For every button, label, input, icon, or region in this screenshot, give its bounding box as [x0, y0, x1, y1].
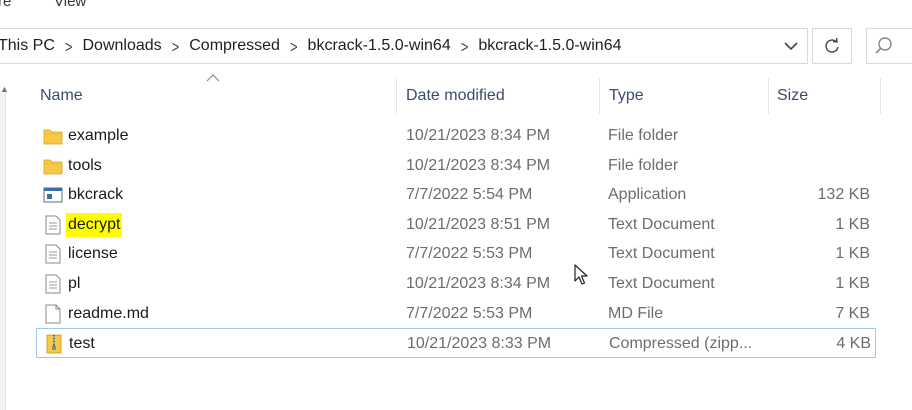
- file-name: test: [69, 329, 95, 359]
- application-icon: [42, 180, 64, 210]
- file-name-text: bkcrack: [68, 186, 124, 204]
- file-row-license[interactable]: license 7/7/2022 5:53 PM Text Document 1 KB: [36, 239, 876, 269]
- file-type: Text Document: [608, 215, 715, 233]
- zip-folder-icon: [43, 329, 65, 359]
- file-size: 132 KB: [817, 186, 870, 204]
- ribbon-tabs: re View: [0, 0, 912, 14]
- file-size: [796, 151, 870, 181]
- file-date-modified: 7/7/2022 5:53 PM: [406, 245, 533, 263]
- file-name: example: [68, 121, 128, 151]
- file-date-modified: 10/21/2023 8:34 PM: [406, 275, 551, 292]
- file-type: Text Document: [608, 275, 715, 292]
- file-size: 1 KB: [835, 275, 870, 292]
- text-document-icon: [42, 269, 64, 299]
- text-document-icon: [42, 210, 64, 240]
- file-date-modified: 10/21/2023 8:34 PM: [406, 156, 551, 174]
- file-size: [796, 121, 870, 151]
- file-type: File folder: [608, 156, 679, 174]
- column-divider[interactable]: [880, 78, 881, 114]
- column-header-name[interactable]: Name: [40, 76, 83, 116]
- file-type: Application: [608, 186, 687, 204]
- breadcrumb-downloads[interactable]: Downloads: [79, 37, 166, 55]
- file-type: MD File: [608, 304, 664, 322]
- file-name: pl: [68, 269, 80, 299]
- column-divider[interactable]: [396, 78, 397, 114]
- file-name: readme.md: [68, 299, 149, 329]
- file-name-text: test: [69, 335, 95, 353]
- file-date-modified: 7/7/2022 5:54 PM: [406, 186, 533, 204]
- file-name-text: example: [68, 127, 129, 144]
- ribbon-tab-view[interactable]: View: [54, 0, 86, 10]
- refresh-icon: [825, 37, 839, 53]
- file-size: 1 KB: [835, 215, 870, 233]
- file-date-modified: 10/21/2023 8:34 PM: [406, 127, 551, 144]
- address-bar[interactable]: This PC > Downloads > Compressed > bkcra…: [0, 28, 808, 64]
- file-name-text: pl: [68, 275, 81, 292]
- file-date-modified: 7/7/2022 5:53 PM: [406, 304, 533, 322]
- breadcrumb-separator[interactable]: >: [59, 36, 79, 56]
- breadcrumb: This PC > Downloads > Compressed > bkcra…: [0, 29, 625, 63]
- file-name-text: readme.md: [68, 304, 149, 322]
- folder-icon: [42, 151, 64, 181]
- file-row-bkcrack[interactable]: bkcrack 7/7/2022 5:54 PM Application 132 KB: [36, 180, 876, 210]
- address-history-chevron-down-icon[interactable]: [776, 29, 806, 63]
- search-input[interactable]: [866, 28, 912, 64]
- file-row-decrypt[interactable]: decrypt 10/21/2023 8:51 PM Text Document 1 …: [36, 210, 876, 240]
- column-divider[interactable]: [599, 78, 600, 114]
- breadcrumb-this-pc[interactable]: This PC: [0, 37, 59, 55]
- file-row-tools[interactable]: tools 10/21/2023 8:34 PM File folder: [36, 151, 876, 181]
- file-name-text: decrypt: [66, 212, 123, 237]
- file-row-example[interactable]: example 10/21/2023 8:34 PM File folder: [36, 121, 876, 151]
- folder-icon: [42, 121, 64, 151]
- ribbon-tab-share[interactable]: re: [0, 0, 11, 10]
- mouse-cursor-icon: [574, 264, 588, 285]
- text-document-icon: [42, 239, 64, 269]
- file-size: 7 KB: [835, 304, 870, 322]
- breadcrumb-compressed[interactable]: Compressed: [185, 37, 284, 55]
- file-row-readme-md[interactable]: readme.md 7/7/2022 5:53 PM MD File 7 KB: [36, 299, 876, 329]
- file-name: decrypt: [66, 210, 123, 240]
- breadcrumb-separator[interactable]: >: [284, 36, 304, 56]
- file-name-text: license: [68, 245, 118, 263]
- breadcrumb-separator[interactable]: >: [166, 36, 186, 56]
- breadcrumb-bkcrack-parent[interactable]: bkcrack-1.5.0-win64: [304, 37, 455, 55]
- column-header-size[interactable]: Size: [777, 76, 808, 116]
- refresh-button[interactable]: [812, 28, 852, 64]
- file-type: Text Document: [608, 245, 715, 263]
- file-row-pl[interactable]: pl 10/21/2023 8:34 PM Text Document 1 KB: [36, 269, 876, 299]
- file-size: 4 KB: [836, 335, 871, 353]
- file-date-modified: 10/21/2023 8:51 PM: [406, 215, 551, 233]
- search-icon: [875, 37, 892, 54]
- column-header-type[interactable]: Type: [609, 76, 644, 116]
- column-divider[interactable]: [768, 78, 769, 114]
- column-header-row: Name Date modified Type Size: [0, 76, 912, 116]
- file-row-test[interactable]: test 10/21/2023 8:33 PM Compressed (zipp..…: [36, 328, 876, 359]
- file-type: Compressed (zipp...: [609, 335, 753, 353]
- file-date-modified: 10/21/2023 8:33 PM: [407, 335, 552, 353]
- file-name-text: tools: [68, 156, 102, 174]
- column-header-date[interactable]: Date modified: [406, 76, 505, 116]
- navigation-pane-edge[interactable]: [0, 90, 6, 410]
- file-name: tools: [68, 151, 102, 181]
- breadcrumb-separator[interactable]: >: [455, 36, 475, 56]
- file-size: 1 KB: [835, 245, 870, 263]
- file-type: File folder: [608, 127, 679, 144]
- file-name: bkcrack: [68, 180, 123, 210]
- file-icon: [42, 299, 64, 329]
- file-name: license: [68, 239, 118, 269]
- breadcrumb-bkcrack-current[interactable]: bkcrack-1.5.0-win64: [474, 37, 625, 55]
